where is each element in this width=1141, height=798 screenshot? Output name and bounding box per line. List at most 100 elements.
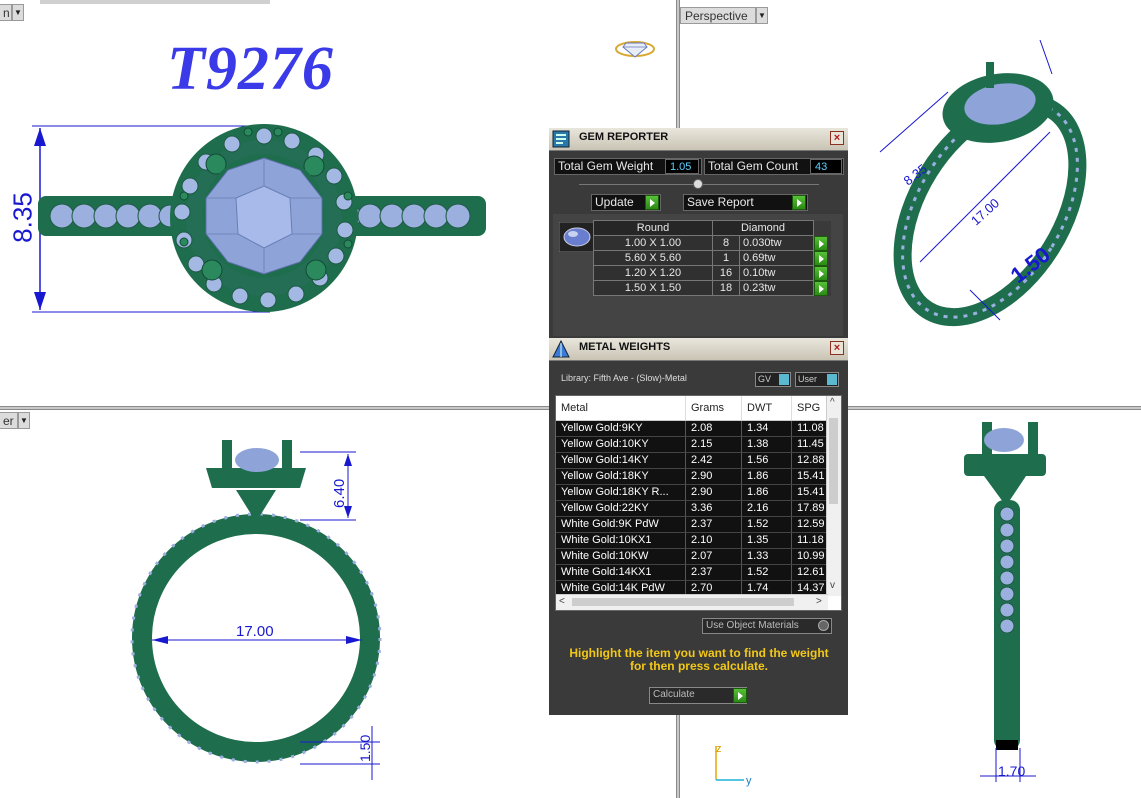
metal-weights-close-icon[interactable]: × (830, 341, 844, 355)
metal-cell-metal: Yellow Gold:18KY R... (556, 485, 686, 500)
metal-cell-spg: 12.59 (792, 517, 828, 532)
metal-cell-dwt: 1.86 (742, 469, 792, 484)
metal-cell-dwt: 1.35 (742, 533, 792, 548)
user-toggle[interactable]: User (795, 372, 839, 387)
gem-reporter-close-icon[interactable]: × (830, 131, 844, 145)
metal-cell-dwt: 1.86 (742, 485, 792, 500)
calculate-go-icon[interactable] (733, 688, 747, 703)
metal-cell-grams: 2.90 (686, 469, 742, 484)
horizontal-scrollbar[interactable]: < > (556, 594, 828, 610)
collapse-toggle-icon[interactable] (693, 179, 703, 189)
metal-cell-spg: 15.41 (792, 485, 828, 500)
scroll-right-icon[interactable]: > (816, 596, 822, 607)
metal-cell-spg: 12.88 (792, 453, 828, 468)
metal-cell-metal: Yellow Gold:9KY (556, 421, 686, 436)
gem-row[interactable]: 1.20 X 1.20 16 0.10tw (593, 265, 831, 281)
metal-scale-icon (552, 339, 570, 358)
metal-weights-panel: METAL WEIGHTS × Library: Fifth Ave - (Sl… (549, 338, 848, 715)
metal-cell-dwt: 1.52 (742, 565, 792, 580)
metal-row[interactable]: White Gold:9K PdW 2.37 1.52 12.59 (556, 517, 828, 533)
z-axis-label: z (716, 743, 722, 755)
metal-cell-metal: White Gold:10KW (556, 549, 686, 564)
gem-row-go-icon[interactable] (814, 235, 828, 251)
save-report-button[interactable]: Save Report (683, 194, 808, 211)
scroll-up-icon[interactable]: ^ (830, 397, 835, 408)
gv-toggle[interactable]: GV (755, 372, 791, 387)
y-axis-label: y (746, 775, 752, 787)
horizontal-scroll-thumb[interactable] (572, 598, 794, 606)
metal-cell-dwt: 1.34 (742, 421, 792, 436)
metal-row[interactable]: White Gold:10KW 2.07 1.33 10.99 (556, 549, 828, 565)
column-grams[interactable]: Grams (686, 396, 742, 420)
gem-reporter-panel: GEM REPORTER × Total Gem Weight 1.05 Tot… (549, 128, 848, 338)
save-report-go-icon[interactable] (792, 195, 806, 210)
update-go-icon[interactable] (645, 195, 659, 210)
metal-row[interactable]: Yellow Gold:14KY 2.42 1.56 12.88 (556, 453, 828, 469)
metal-weights-titlebar[interactable]: METAL WEIGHTS × (549, 338, 848, 361)
metal-cell-dwt: 1.52 (742, 517, 792, 532)
metal-cell-spg: 12.61 (792, 565, 828, 580)
metal-cell-grams: 2.90 (686, 485, 742, 500)
persp-diameter-dimension: 17.00 (968, 195, 1002, 228)
metal-row[interactable]: White Gold:10KX1 2.10 1.35 11.18 (556, 533, 828, 549)
metal-cell-metal: Yellow Gold:10KY (556, 437, 686, 452)
metal-row[interactable]: Yellow Gold:10KY 2.15 1.38 11.45 (556, 437, 828, 453)
gem-reporter-title: GEM REPORTER (579, 131, 669, 143)
metal-cell-grams: 2.08 (686, 421, 742, 436)
scroll-left-icon[interactable]: < (559, 596, 565, 607)
gem-reporter-titlebar[interactable]: GEM REPORTER × (549, 128, 848, 151)
metal-cell-spg: 11.45 (792, 437, 828, 452)
shape-header: Round (593, 220, 713, 236)
metal-table-body: Yellow Gold:9KY 2.08 1.34 11.08 Yellow Gold:… (556, 421, 828, 597)
metal-cell-grams: 2.37 (686, 565, 742, 580)
vertical-scrollbar[interactable]: ^ v (826, 396, 841, 596)
metal-cell-dwt: 1.56 (742, 453, 792, 468)
metal-row[interactable]: Yellow Gold:18KY R... 2.90 1.86 15.41 (556, 485, 828, 501)
calculate-hint: Highlight the item you want to find the … (569, 646, 829, 673)
front-band-dimension: 1.50 (357, 735, 373, 762)
column-metal[interactable]: Metal (556, 396, 686, 420)
metal-row[interactable]: White Gold:14KX1 2.37 1.52 12.61 (556, 565, 828, 581)
metal-cell-metal: Yellow Gold:14KY (556, 453, 686, 468)
metal-cell-grams: 2.07 (686, 549, 742, 564)
metal-cell-spg: 11.08 (792, 421, 828, 436)
metal-cell-metal: Yellow Gold:22KY (556, 501, 686, 516)
metal-row[interactable]: Yellow Gold:18KY 2.90 1.86 15.41 (556, 469, 828, 485)
gem-row[interactable]: 1.50 X 1.50 18 0.23tw (593, 280, 831, 296)
metal-table-header: Metal Grams DWT SPG (556, 396, 828, 421)
gem-row[interactable]: 1.00 X 1.00 8 0.030tw (593, 235, 831, 251)
total-gem-weight-value: 1.05 (665, 159, 699, 174)
metal-cell-metal: White Gold:9K PdW (556, 517, 686, 532)
library-label: Library: Fifth Ave - (Slow)-Metal (561, 373, 687, 383)
use-object-materials-toggle[interactable]: Use Object Materials (702, 618, 832, 634)
gem-row[interactable]: 5.60 X 5.60 1 0.69tw (593, 250, 831, 266)
metal-cell-spg: 10.99 (792, 549, 828, 564)
gem-table: Round Diamond 1.00 X 1.00 8 0.030tw 5.60… (593, 220, 831, 296)
metal-cell-grams: 2.42 (686, 453, 742, 468)
metal-cell-grams: 2.10 (686, 533, 742, 548)
gem-row-go-icon[interactable] (814, 280, 828, 296)
metal-cell-metal: White Gold:14KX1 (556, 565, 686, 580)
metal-cell-grams: 2.37 (686, 517, 742, 532)
round-stone-icon[interactable] (559, 222, 595, 252)
metal-cell-metal: White Gold:10KX1 (556, 533, 686, 548)
front-head-height-dimension: 6.40 (331, 479, 348, 508)
gem-report-icon (552, 130, 570, 148)
metal-cell-dwt: 1.38 (742, 437, 792, 452)
metal-cell-grams: 3.36 (686, 501, 742, 516)
column-dwt[interactable]: DWT (742, 396, 792, 420)
metal-cell-dwt: 1.33 (742, 549, 792, 564)
column-spg[interactable]: SPG (792, 396, 828, 420)
metal-table[interactable]: Metal Grams DWT SPG Yellow Gold:9KY 2.08 1… (555, 395, 842, 611)
side-width-dimension: 1.70 (998, 763, 1025, 779)
metal-cell-spg: 17.89 (792, 501, 828, 516)
metal-row[interactable]: Yellow Gold:22KY 3.36 2.16 17.89 (556, 501, 828, 517)
vertical-scroll-thumb[interactable] (829, 418, 838, 504)
gem-row-go-icon[interactable] (814, 250, 828, 266)
use-object-materials-radio-icon[interactable] (818, 620, 829, 631)
metal-row[interactable]: Yellow Gold:9KY 2.08 1.34 11.08 (556, 421, 828, 437)
scroll-down-icon[interactable]: v (830, 580, 835, 591)
metal-cell-spg: 11.18 (792, 533, 828, 548)
metal-weights-title: METAL WEIGHTS (579, 341, 671, 353)
gem-row-go-icon[interactable] (814, 265, 828, 281)
